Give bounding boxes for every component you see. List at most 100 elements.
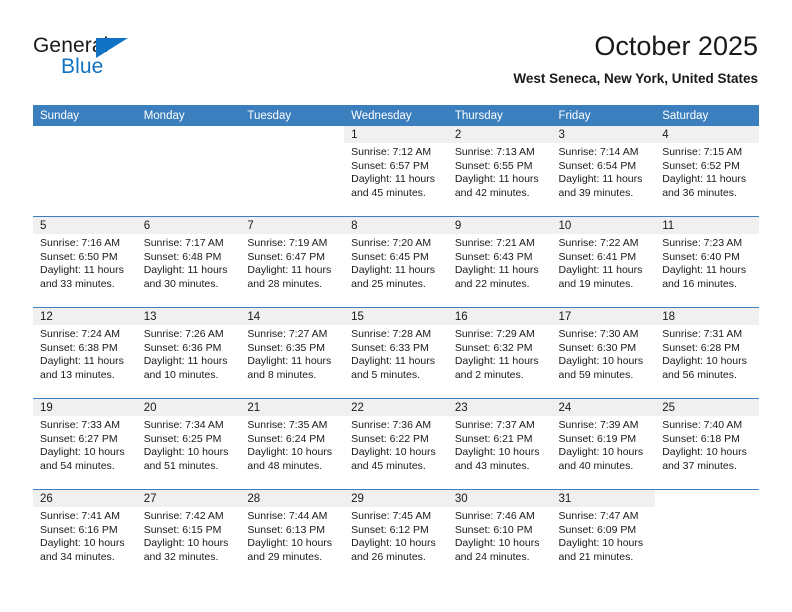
calendar-day-cell[interactable]: 31 Sunrise: 7:47 AM Sunset: 6:09 PM Dayligh… [551, 489, 656, 580]
day-sun-info: Sunrise: 7:41 AM Sunset: 6:16 PM Daylight:… [33, 507, 137, 564]
daylight-text: and 43 minutes. [454, 459, 530, 472]
calendar-day-cell[interactable]: 3 Sunrise: 7:14 AM Sunset: 6:54 PM Daylight… [551, 126, 656, 217]
calendar-day-cell[interactable]: 26 Sunrise: 7:41 AM Sunset: 6:16 PM Dayligh… [33, 489, 137, 580]
calendar-day-cell[interactable]: 7 Sunrise: 7:19 AM Sunset: 6:47 PM Daylight… [240, 216, 345, 308]
daylight-text: Daylight: 11 hours [558, 264, 643, 277]
sunrise-text: Sunrise: 7:19 AM [247, 237, 328, 249]
calendar-day-cell[interactable]: 22 Sunrise: 7:36 AM Sunset: 6:22 PM Dayligh… [344, 398, 448, 490]
daylight-text: and 29 minutes. [247, 550, 323, 563]
calendar-day-cell[interactable]: 11 Sunrise: 7:23 AM Sunset: 6:40 PM Dayligh… [655, 216, 759, 308]
sunrise-text: Sunrise: 7:39 AM [558, 419, 639, 431]
daylight-text: Daylight: 10 hours [143, 446, 229, 459]
daylight-text: and 42 minutes. [454, 186, 530, 199]
calendar-day-cell[interactable]: 2 Sunrise: 7:13 AM Sunset: 6:55 PM Daylight… [447, 126, 552, 217]
sunrise-text: Sunrise: 7:31 AM [662, 328, 743, 340]
calendar-day-cell[interactable]: 5 Sunrise: 7:16 AM Sunset: 6:50 PM Daylight… [33, 216, 137, 308]
weekday-header-thursday: Thursday [447, 105, 552, 126]
calendar-day-cell[interactable]: 20 Sunrise: 7:34 AM Sunset: 6:25 PM Dayligh… [136, 398, 241, 490]
day-sun-info: Sunrise: 7:28 AM Sunset: 6:33 PM Daylight:… [344, 325, 448, 382]
calendar-day-cell[interactable]: 9 Sunrise: 7:21 AM Sunset: 6:43 PM Daylight… [447, 216, 552, 308]
daylight-text: and 8 minutes. [247, 368, 317, 381]
calendar-day-cell[interactable]: 16 Sunrise: 7:29 AM Sunset: 6:32 PM Dayligh… [447, 307, 552, 399]
sunset-text: Sunset: 6:41 PM [558, 250, 637, 263]
day-number: 3 [551, 126, 656, 143]
calendar-cell-empty [33, 126, 137, 217]
daylight-text: Daylight: 11 hours [247, 355, 332, 368]
day-number: 1 [344, 126, 448, 143]
day-cell-inner: 3 Sunrise: 7:14 AM Sunset: 6:54 PM Daylight… [551, 126, 656, 216]
sunrise-text: Sunrise: 7:14 AM [558, 146, 639, 158]
day-cell-inner: 10 Sunrise: 7:22 AM Sunset: 6:41 PM Dayligh… [551, 217, 656, 307]
calendar-day-cell[interactable]: 4 Sunrise: 7:15 AM Sunset: 6:52 PM Daylight… [655, 126, 759, 217]
calendar-day-cell[interactable]: 28 Sunrise: 7:44 AM Sunset: 6:13 PM Dayligh… [240, 489, 345, 580]
calendar-cell-empty [136, 126, 241, 217]
day-number: 31 [551, 490, 656, 507]
day-sun-info: Sunrise: 7:42 AM Sunset: 6:15 PM Daylight:… [137, 507, 241, 564]
day-sun-info: Sunrise: 7:35 AM Sunset: 6:24 PM Daylight:… [240, 416, 344, 473]
sunset-text: Sunset: 6:18 PM [662, 432, 740, 445]
day-number: 5 [33, 217, 137, 234]
day-number: 24 [551, 399, 656, 416]
daylight-text: Daylight: 11 hours [247, 264, 332, 277]
day-cell-inner: 8 Sunrise: 7:20 AM Sunset: 6:45 PM Daylight… [344, 217, 448, 307]
calendar-day-cell[interactable]: 17 Sunrise: 7:30 AM Sunset: 6:30 PM Dayligh… [551, 307, 656, 399]
daylight-text: and 56 minutes. [662, 368, 737, 381]
day-number: 16 [447, 308, 552, 325]
daylight-text: and 48 minutes. [247, 459, 323, 472]
calendar-day-cell[interactable]: 12 Sunrise: 7:24 AM Sunset: 6:38 PM Dayligh… [33, 307, 137, 399]
daylight-text: Daylight: 10 hours [40, 537, 125, 550]
sunset-text: Sunset: 6:15 PM [143, 523, 222, 536]
calendar-day-cell[interactable]: 10 Sunrise: 7:22 AM Sunset: 6:41 PM Dayligh… [551, 216, 656, 308]
day-cell-inner: 6 Sunrise: 7:17 AM Sunset: 6:48 PM Daylight… [136, 217, 241, 307]
calendar-day-cell[interactable]: 25 Sunrise: 7:40 AM Sunset: 6:18 PM Dayligh… [655, 398, 759, 490]
calendar-day-cell[interactable]: 18 Sunrise: 7:31 AM Sunset: 6:28 PM Dayligh… [655, 307, 759, 399]
calendar-header-row: Sunday Monday Tuesday Wednesday Thursday Frid… [33, 105, 759, 126]
calendar-week-row: 5 Sunrise: 7:16 AM Sunset: 6:50 PM Daylight… [33, 216, 759, 308]
sunset-text: Sunset: 6:21 PM [454, 432, 533, 445]
sunset-text: Sunset: 6:19 PM [558, 432, 637, 445]
calendar-day-cell[interactable]: 15 Sunrise: 7:28 AM Sunset: 6:33 PM Dayligh… [344, 307, 448, 399]
sunset-text: Sunset: 6:09 PM [558, 523, 637, 536]
day-cell-inner: 24 Sunrise: 7:39 AM Sunset: 6:19 PM Dayligh… [551, 399, 656, 489]
day-number [136, 126, 241, 143]
calendar-day-cell[interactable]: 14 Sunrise: 7:27 AM Sunset: 6:35 PM Dayligh… [240, 307, 345, 399]
generalblue-logo[interactable]: General Blue [33, 34, 233, 82]
calendar-day-cell[interactable]: 8 Sunrise: 7:20 AM Sunset: 6:45 PM Daylight… [344, 216, 448, 308]
sunrise-text: Sunrise: 7:30 AM [558, 328, 639, 340]
day-cell-inner: 14 Sunrise: 7:27 AM Sunset: 6:35 PM Dayligh… [240, 308, 345, 398]
daylight-text: and 26 minutes. [351, 550, 426, 563]
daylight-text: Daylight: 11 hours [351, 173, 435, 186]
day-cell-inner: 4 Sunrise: 7:15 AM Sunset: 6:52 PM Daylight… [655, 126, 759, 216]
sunrise-text: Sunrise: 7:37 AM [454, 419, 535, 431]
day-sun-info: Sunrise: 7:29 AM Sunset: 6:32 PM Daylight:… [448, 325, 552, 382]
sunrise-text: Sunrise: 7:29 AM [454, 328, 535, 340]
sunrise-text: Sunrise: 7:15 AM [662, 146, 743, 158]
calendar-day-cell[interactable]: 27 Sunrise: 7:42 AM Sunset: 6:15 PM Dayligh… [136, 489, 241, 580]
calendar-day-cell[interactable]: 30 Sunrise: 7:46 AM Sunset: 6:10 PM Dayligh… [447, 489, 552, 580]
sunset-text: Sunset: 6:40 PM [662, 250, 740, 263]
daylight-text: and 33 minutes. [40, 277, 115, 290]
day-cell-inner: 1 Sunrise: 7:12 AM Sunset: 6:57 PM Daylight… [344, 126, 448, 216]
calendar-day-cell[interactable]: 1 Sunrise: 7:12 AM Sunset: 6:57 PM Daylight… [344, 126, 448, 217]
daylight-text: and 37 minutes. [662, 459, 737, 472]
calendar-day-cell[interactable]: 6 Sunrise: 7:17 AM Sunset: 6:48 PM Daylight… [136, 216, 241, 308]
sunrise-text: Sunrise: 7:27 AM [247, 328, 328, 340]
weekday-header-wednesday: Wednesday [344, 105, 448, 126]
sunrise-text: Sunrise: 7:20 AM [351, 237, 432, 249]
day-cell-inner: 15 Sunrise: 7:28 AM Sunset: 6:33 PM Dayligh… [344, 308, 448, 398]
day-number: 29 [344, 490, 448, 507]
day-number: 12 [33, 308, 137, 325]
calendar-day-cell[interactable]: 23 Sunrise: 7:37 AM Sunset: 6:21 PM Dayligh… [447, 398, 552, 490]
calendar-day-cell[interactable]: 24 Sunrise: 7:39 AM Sunset: 6:19 PM Dayligh… [551, 398, 656, 490]
calendar-table: Sunday Monday Tuesday Wednesday Thursday Frid… [33, 105, 759, 580]
day-number: 6 [136, 217, 241, 234]
calendar-day-cell[interactable]: 13 Sunrise: 7:26 AM Sunset: 6:36 PM Dayligh… [136, 307, 241, 399]
calendar-day-cell[interactable]: 19 Sunrise: 7:33 AM Sunset: 6:27 PM Dayligh… [33, 398, 137, 490]
daylight-text: Daylight: 11 hours [143, 355, 228, 368]
calendar-day-cell[interactable]: 21 Sunrise: 7:35 AM Sunset: 6:24 PM Dayligh… [240, 398, 345, 490]
day-number: 4 [655, 126, 759, 143]
sunset-text: Sunset: 6:25 PM [143, 432, 222, 445]
day-cell-inner: 9 Sunrise: 7:21 AM Sunset: 6:43 PM Daylight… [447, 217, 552, 307]
calendar-day-cell[interactable]: 29 Sunrise: 7:45 AM Sunset: 6:12 PM Dayligh… [344, 489, 448, 580]
sunset-text: Sunset: 6:32 PM [454, 341, 533, 354]
